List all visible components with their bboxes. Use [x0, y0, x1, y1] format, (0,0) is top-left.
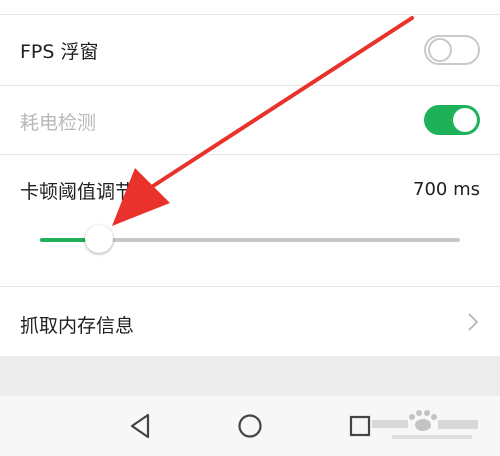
settings-screen: FPS 浮窗 耗电检测 卡顿阈值调节 700 ms 抓取内存信息 [0, 0, 500, 456]
slider-thumb[interactable] [85, 225, 113, 253]
fps-window-row[interactable]: FPS 浮窗 [0, 15, 500, 85]
toggle-knob [428, 38, 452, 62]
lag-threshold-label: 卡顿阈值调节 [20, 181, 135, 203]
back-triangle-icon[interactable] [124, 410, 156, 442]
bottom-spacer [0, 356, 500, 396]
lag-threshold-slider[interactable] [40, 225, 460, 253]
toggle-knob [453, 108, 477, 132]
power-check-row[interactable]: 耗电检测 [0, 86, 500, 154]
power-check-toggle[interactable] [424, 105, 480, 135]
home-circle-icon[interactable] [234, 410, 266, 442]
memory-capture-label: 抓取内存信息 [20, 315, 135, 337]
power-check-label: 耗电检测 [20, 112, 97, 134]
lag-threshold-row: 卡顿阈值调节 700 ms [0, 155, 500, 285]
fps-window-toggle[interactable] [424, 35, 480, 65]
chevron-right-icon [468, 313, 478, 331]
fps-window-label: FPS 浮窗 [20, 41, 99, 63]
baidu-watermark-logo [372, 410, 478, 439]
lag-threshold-value: 700 ms [413, 179, 480, 200]
memory-capture-row[interactable]: 抓取内存信息 [0, 287, 500, 356]
